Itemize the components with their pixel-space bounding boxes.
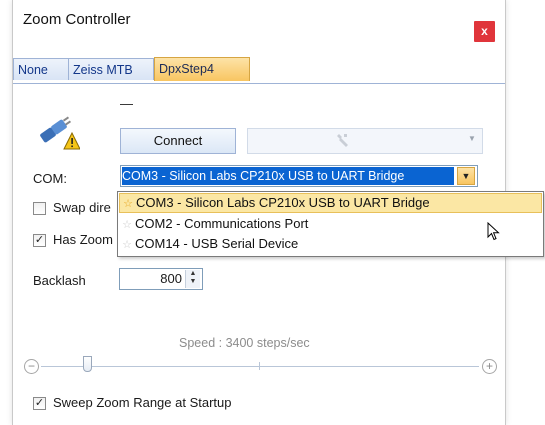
com-option-label: COM14 - USB Serial Device — [135, 236, 299, 251]
wrench-icon — [334, 132, 352, 153]
combo-arrow-button[interactable]: ▼ — [457, 167, 475, 185]
com-option-label: COM2 - Communications Port — [135, 216, 309, 231]
connect-button[interactable]: Connect — [120, 128, 236, 154]
speed-label: Speed : 3400 steps/sec — [179, 336, 310, 350]
has-zoom-label: Has Zoom — [53, 232, 113, 247]
close-button[interactable]: x — [474, 21, 495, 42]
swap-direction-label: Swap dire — [53, 200, 111, 215]
spin-up-icon[interactable]: ▲ — [186, 270, 200, 278]
chevron-down-icon: ▼ — [468, 134, 476, 143]
window-title: Zoom Controller — [23, 11, 131, 28]
com-option-com2[interactable]: ☆ COM2 - Communications Port — [119, 214, 542, 234]
status-text: — — [120, 96, 133, 111]
tab-zeiss-mtb[interactable]: Zeiss MTB — [68, 58, 154, 80]
tab-strip: None Zeiss MTB DpxStep4 — [13, 57, 505, 84]
com-dropdown-list: ☆ COM3 - Silicon Labs CP210x USB to UART … — [117, 191, 544, 257]
spinner-arrows[interactable]: ▲ ▼ — [185, 270, 200, 288]
sweep-zoom-label: Sweep Zoom Range at Startup — [53, 395, 232, 410]
star-icon: ☆ — [122, 239, 132, 251]
backlash-spinner[interactable]: 800 ▲ ▼ — [119, 268, 203, 290]
spin-down-icon[interactable]: ▼ — [186, 278, 200, 286]
plug-warning-icon — [38, 116, 81, 150]
swap-direction-checkbox[interactable] — [33, 202, 46, 215]
sweep-zoom-checkbox[interactable]: ✓ — [33, 397, 46, 410]
mouse-cursor-icon — [487, 221, 501, 245]
slider-tick — [259, 362, 260, 370]
tab-none[interactable]: None — [13, 58, 69, 80]
star-favorite-icon: ☆ — [123, 198, 133, 210]
com-selected-value: COM3 - Silicon Labs CP210x USB to UART B… — [122, 167, 454, 185]
title-bar[interactable]: Zoom Controller x — [13, 0, 505, 46]
speed-decrease-button[interactable]: − — [24, 359, 39, 374]
backlash-label: Backlash — [33, 273, 86, 288]
settings-combo: ▼ — [247, 128, 483, 154]
com-option-com3[interactable]: ☆ COM3 - Silicon Labs CP210x USB to UART … — [119, 193, 542, 213]
com-select[interactable]: COM3 - Silicon Labs CP210x USB to UART B… — [120, 165, 478, 187]
star-icon: ☆ — [122, 219, 132, 231]
com-option-com14[interactable]: ☆ COM14 - USB Serial Device — [119, 234, 542, 254]
speed-increase-button[interactable]: + — [482, 359, 497, 374]
com-label: COM: — [33, 171, 67, 186]
backlash-value: 800 — [160, 271, 182, 286]
speed-slider-track[interactable] — [41, 366, 479, 367]
speed-slider-thumb[interactable] — [83, 356, 92, 372]
has-zoom-checkbox[interactable]: ✓ — [33, 234, 46, 247]
com-option-label: COM3 - Silicon Labs CP210x USB to UART B… — [136, 195, 430, 210]
tab-dpxstep4[interactable]: DpxStep4 — [154, 57, 250, 81]
